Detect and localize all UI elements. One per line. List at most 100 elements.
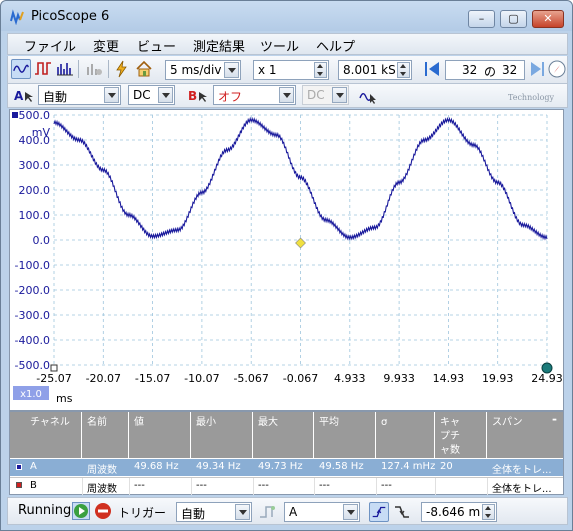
close-icon: ✕ xyxy=(543,12,553,25)
menu-view[interactable]: ビュー xyxy=(137,36,176,55)
x-tick-label: 19.93 xyxy=(482,372,514,385)
title-bar[interactable]: PicoScope 6 – ▢ ✕ xyxy=(1,1,572,31)
picoscope-logo-icon xyxy=(10,9,24,25)
buffer-navigator[interactable]: 32 の 32 xyxy=(445,60,525,80)
y-tick-label: 100.0 xyxy=(19,209,51,222)
column-header-max[interactable]: 最大 xyxy=(253,412,314,458)
auto-setup-icon[interactable] xyxy=(358,86,378,106)
channel-options-icon[interactable] xyxy=(84,59,104,79)
trigger-source-select[interactable]: A xyxy=(284,502,360,522)
x-tick-label: 14.93 xyxy=(433,372,465,385)
chevron-down-icon xyxy=(224,62,239,78)
chevron-down-icon xyxy=(279,87,294,103)
spectrum-mode-icon[interactable] xyxy=(55,59,75,79)
y-tick-label: 500.0 xyxy=(19,110,51,122)
start-button[interactable] xyxy=(72,502,90,520)
table-row[interactable]: B 周波数 --- --- --- --- --- 全体をトレ... xyxy=(10,477,563,495)
advanced-trigger-icon[interactable] xyxy=(258,502,278,522)
column-header-sigma[interactable]: σ xyxy=(376,412,435,458)
column-header-average[interactable]: 平均 xyxy=(314,412,376,458)
buffer-next-icon[interactable] xyxy=(527,59,547,79)
app-window: PicoScope 6 – ▢ ✕ ファイル 変更 ビュー 測定結果 ツール ヘ… xyxy=(0,0,573,531)
chevron-down-icon xyxy=(332,87,347,103)
x-tick-label: -25.07 xyxy=(36,372,71,385)
cell-sigma: 127.4 mHz xyxy=(381,461,436,472)
x-tick-label: -10.07 xyxy=(184,372,219,385)
channel-a-trace xyxy=(53,116,548,241)
brand-watermark: Technology xyxy=(508,93,555,102)
spin-arrows-icon xyxy=(397,62,410,78)
samples-value: 8.001 kS xyxy=(343,63,396,77)
cell-min: 49.34 Hz xyxy=(196,461,241,472)
column-header-channel[interactable]: チャネル xyxy=(10,412,82,458)
y-tick-label: 300.0 xyxy=(19,159,51,172)
y-tick-label: -400.0 xyxy=(15,334,50,347)
buffer-total: 32 xyxy=(502,63,518,77)
close-button[interactable]: ✕ xyxy=(532,10,564,28)
menu-measurements[interactable]: 測定結果 xyxy=(193,36,245,55)
signal-generator-icon[interactable] xyxy=(112,59,132,79)
cell-sigma: --- xyxy=(381,480,392,491)
buffer-of-label: の xyxy=(484,65,497,79)
menu-help[interactable]: ヘルプ xyxy=(316,36,355,55)
chevron-down-icon xyxy=(104,87,119,103)
rising-edge-icon[interactable] xyxy=(369,502,389,522)
table-row[interactable]: A 周波数 49.68 Hz 49.34 Hz 49.73 Hz 49.58 H… xyxy=(10,459,563,476)
channel-b-range-select[interactable]: オフ xyxy=(213,85,296,105)
persistence-mode-icon[interactable] xyxy=(33,59,53,79)
trigger-label: トリガー xyxy=(118,506,167,520)
timebase-value: 5 ms/div xyxy=(170,63,222,77)
cell-max: --- xyxy=(258,480,269,491)
home-icon[interactable] xyxy=(134,59,154,79)
x-tick-label: 4.933 xyxy=(334,372,366,385)
y-tick-label: -500.0 xyxy=(15,359,50,372)
menu-file[interactable]: ファイル xyxy=(24,36,76,55)
cell-span: 全体をトレ... xyxy=(492,484,552,495)
channel-b-label: B xyxy=(188,89,198,103)
x-unit-label: ms xyxy=(56,392,73,405)
window-title: PicoScope 6 xyxy=(31,9,110,24)
trigger-level-stepper[interactable]: -8.646 m xyxy=(421,502,497,522)
channel-b-coupling-select[interactable]: DC xyxy=(302,85,349,105)
column-header-captures[interactable]: キャプチャ数 xyxy=(435,412,487,458)
buffer-current: 32 xyxy=(462,63,478,77)
trigger-mode-value: 自動 xyxy=(181,507,206,521)
buffer-first-icon[interactable] xyxy=(422,59,442,79)
zoom-badge-label: x1.0 xyxy=(20,389,42,400)
chevron-down-icon xyxy=(158,87,173,103)
pointer-icon[interactable] xyxy=(23,91,35,103)
cell-max: 49.73 Hz xyxy=(258,461,303,472)
y-tick-label: -300.0 xyxy=(15,309,50,322)
run-state-label: Running xyxy=(18,503,72,518)
collapse-icon[interactable]: - xyxy=(552,412,557,426)
samples-stepper[interactable]: 8.001 kS xyxy=(338,60,412,80)
table-header: チャネル 名前 値 最小 最大 平均 σ キャプチャ数 スパン - xyxy=(10,412,563,458)
trigger-mode-select[interactable]: 自動 xyxy=(176,502,252,522)
column-header-min[interactable]: 最小 xyxy=(191,412,253,458)
maximize-button[interactable]: ▢ xyxy=(500,10,527,28)
minimize-icon: – xyxy=(478,12,485,25)
column-header-name[interactable]: 名前 xyxy=(82,412,129,458)
stop-button[interactable] xyxy=(94,502,112,520)
cell-channel: B xyxy=(30,480,37,491)
scope-mode-icon[interactable] xyxy=(11,59,31,79)
channel-color-swatch xyxy=(16,464,22,470)
compass-icon[interactable] xyxy=(547,59,567,79)
minimize-button[interactable]: – xyxy=(468,10,495,28)
timebase-select[interactable]: 5 ms/div xyxy=(165,60,241,80)
cell-value: --- xyxy=(134,480,145,491)
channel-a-coupling: DC xyxy=(133,88,151,102)
falling-edge-icon[interactable] xyxy=(392,502,412,522)
x-tick-label: -0.067 xyxy=(283,372,318,385)
chevron-down-icon xyxy=(343,504,358,520)
channel-a-coupling-select[interactable]: DC xyxy=(128,85,175,105)
cell-span: 全体をトレ... xyxy=(492,465,552,476)
channel-a-range-select[interactable]: 自動 xyxy=(38,85,121,105)
menu-edit[interactable]: 変更 xyxy=(93,36,119,55)
pointer-icon[interactable] xyxy=(197,91,209,103)
y-unit-label: mV xyxy=(32,126,51,139)
scope-view[interactable]: 500.0 400.0 300.0 200.0 100.0 0.0 -100.0 -200.0… xyxy=(9,109,564,411)
menu-tools[interactable]: ツール xyxy=(260,36,299,55)
zoom-stepper[interactable]: x 1 xyxy=(253,60,329,80)
column-header-value[interactable]: 値 xyxy=(129,412,191,458)
